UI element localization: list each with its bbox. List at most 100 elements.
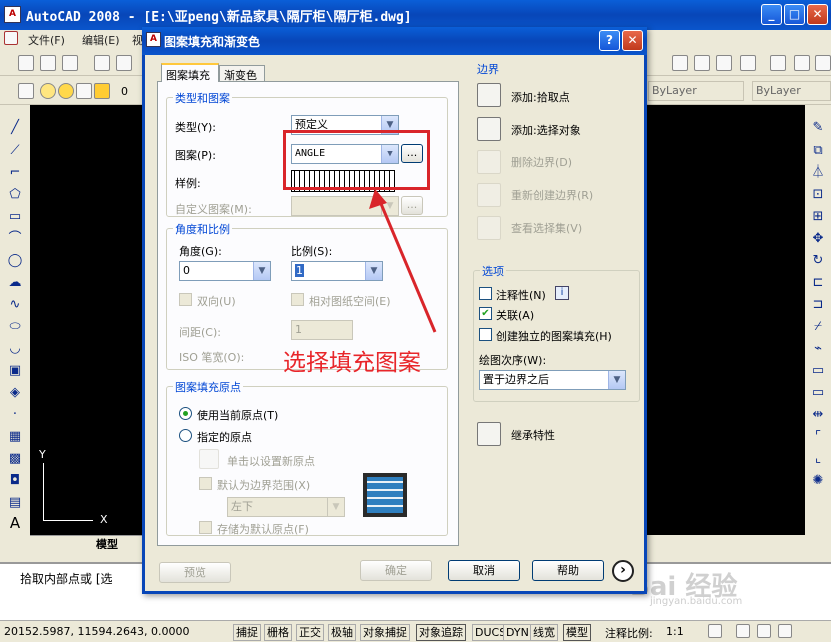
make-block-icon[interactable]: ◈ [7, 385, 23, 401]
hatch-icon[interactable]: ▦ [7, 429, 23, 445]
maximize-button[interactable]: □ [784, 4, 805, 25]
cancel-button[interactable]: 取消 [448, 560, 520, 581]
line-icon[interactable]: ╱ [7, 120, 23, 136]
preview-icon[interactable] [116, 55, 132, 71]
inherit-properties-icon[interactable] [477, 422, 501, 446]
ellipse-arc-icon[interactable]: ◡ [7, 341, 23, 357]
dim-aligned-icon[interactable] [694, 55, 710, 71]
add-select-label[interactable]: 添加:选择对象 [511, 122, 581, 138]
move-icon[interactable]: ✥ [810, 231, 826, 247]
add-select-icon[interactable] [477, 117, 501, 141]
doc-icon[interactable] [4, 31, 18, 45]
annotative-checkbox[interactable] [479, 287, 492, 300]
osnap-button[interactable]: 对象捕捉 [360, 624, 410, 641]
tab-hatch[interactable]: 图案填充 [161, 63, 219, 82]
chevron-down-icon[interactable]: ▼ [608, 371, 625, 389]
draw-order-combo[interactable]: 置于边界之后 ▼ [479, 370, 626, 390]
tab-gradient[interactable]: 渐变色 [219, 65, 265, 82]
dim-linear-icon[interactable] [672, 55, 688, 71]
dim-jogged-icon[interactable] [794, 55, 810, 71]
copy-icon[interactable]: ⧉ [810, 143, 826, 159]
grid-button[interactable]: 栅格 [264, 624, 292, 641]
save-icon[interactable] [62, 55, 78, 71]
erase-icon[interactable]: ✎ [810, 120, 826, 136]
text-icon[interactable]: A [7, 515, 23, 531]
dim-diameter-icon[interactable] [815, 55, 831, 71]
break-point-icon[interactable]: ▭ [810, 385, 826, 401]
close-button[interactable]: ✕ [807, 4, 828, 25]
info-icon[interactable]: i [555, 286, 569, 300]
fillet-icon[interactable]: ⌞ [810, 451, 826, 467]
chamfer-icon[interactable]: ⌜ [810, 429, 826, 445]
help-button[interactable]: 帮助 [532, 560, 604, 581]
dim-radius-icon[interactable] [770, 55, 786, 71]
lock-icon[interactable] [76, 83, 92, 99]
offset-icon[interactable]: ⊡ [810, 187, 826, 203]
ellipse-icon[interactable]: ⬭ [7, 319, 23, 335]
point-icon[interactable]: · [7, 407, 23, 423]
spline-icon[interactable]: ∿ [7, 297, 23, 313]
annotation-visibility-icon[interactable] [708, 624, 722, 638]
table-icon[interactable]: ▤ [7, 495, 23, 511]
otrack-button[interactable]: 对象追踪 [416, 624, 466, 641]
snap-button[interactable]: 捕捉 [233, 624, 261, 641]
clean-screen-icon[interactable] [778, 624, 792, 638]
use-current-origin-radio[interactable] [179, 407, 192, 420]
revcloud-icon[interactable]: ☁ [7, 275, 23, 291]
break-icon[interactable]: ▭ [810, 363, 826, 379]
menu-file[interactable]: 文件(F) [28, 32, 65, 48]
construction-line-icon[interactable]: ⟋ [7, 143, 23, 159]
sun-icon[interactable] [58, 83, 74, 99]
layer-name[interactable]: 0 [121, 85, 128, 98]
trim-icon[interactable]: ⌿ [810, 319, 826, 335]
use-current-origin-label: 使用当前原点(T) [197, 409, 279, 422]
add-pick-label[interactable]: 添加:拾取点 [511, 89, 570, 105]
inherit-properties-label[interactable]: 继承特性 [511, 427, 555, 443]
minimize-button[interactable]: _ [761, 4, 782, 25]
more-options-button[interactable]: › [612, 560, 634, 582]
region-icon[interactable]: ◘ [7, 473, 23, 489]
menu-edit[interactable]: 编辑(E) [82, 32, 120, 48]
polygon-icon[interactable]: ⬠ [7, 187, 23, 203]
help-icon[interactable]: ? [599, 30, 620, 51]
communication-icon[interactable] [757, 624, 771, 638]
insert-block-icon[interactable]: ▣ [7, 363, 23, 379]
associative-checkbox[interactable]: ✔ [479, 307, 492, 320]
angle-combo[interactable]: 0 ▼ [179, 261, 271, 281]
independent-hatch-checkbox[interactable] [479, 328, 492, 341]
rotate-icon[interactable]: ↻ [810, 253, 826, 269]
circle-icon[interactable]: ◯ [7, 253, 23, 269]
scale-icon[interactable]: ⊏ [810, 275, 826, 291]
polyline-icon[interactable]: ⌐ [7, 165, 23, 181]
lineweight-button[interactable]: 线宽 [530, 624, 558, 641]
new-icon[interactable] [18, 55, 34, 71]
specified-origin-radio[interactable] [179, 429, 192, 442]
toolbar-lock-icon[interactable] [736, 624, 750, 638]
bulb-icon[interactable] [40, 83, 56, 99]
polar-button[interactable]: 极轴 [328, 624, 356, 641]
explode-icon[interactable]: ✺ [810, 473, 826, 489]
arc-icon[interactable]: ⌒ [7, 231, 23, 247]
gradient-icon[interactable]: ▩ [7, 451, 23, 467]
color-combo[interactable]: ByLayer [648, 81, 744, 101]
layer-color-icon[interactable] [94, 83, 110, 99]
rectangle-icon[interactable]: ▭ [7, 209, 23, 225]
annotation-scale-value[interactable]: 1:1 [666, 625, 684, 638]
print-icon[interactable] [94, 55, 110, 71]
array-icon[interactable]: ⊞ [810, 209, 826, 225]
chevron-down-icon[interactable]: ▼ [253, 262, 270, 280]
layer-manager-icon[interactable] [18, 83, 34, 99]
dialog-close-button[interactable]: ✕ [622, 30, 643, 51]
dyn-button[interactable]: DYN [503, 624, 532, 641]
extend-icon[interactable]: ⌁ [810, 341, 826, 357]
linetype-combo[interactable]: ByLayer [752, 81, 831, 101]
model-button[interactable]: 模型 [563, 624, 591, 641]
ortho-button[interactable]: 正交 [296, 624, 324, 641]
dim-ordinate-icon[interactable] [740, 55, 756, 71]
dim-arc-icon[interactable] [716, 55, 732, 71]
stretch-icon[interactable]: ⊐ [810, 297, 826, 313]
add-pick-icon[interactable] [477, 83, 501, 107]
open-icon[interactable] [40, 55, 56, 71]
join-icon[interactable]: ⇹ [810, 407, 826, 423]
mirror-icon[interactable]: ⏃ [810, 165, 826, 181]
